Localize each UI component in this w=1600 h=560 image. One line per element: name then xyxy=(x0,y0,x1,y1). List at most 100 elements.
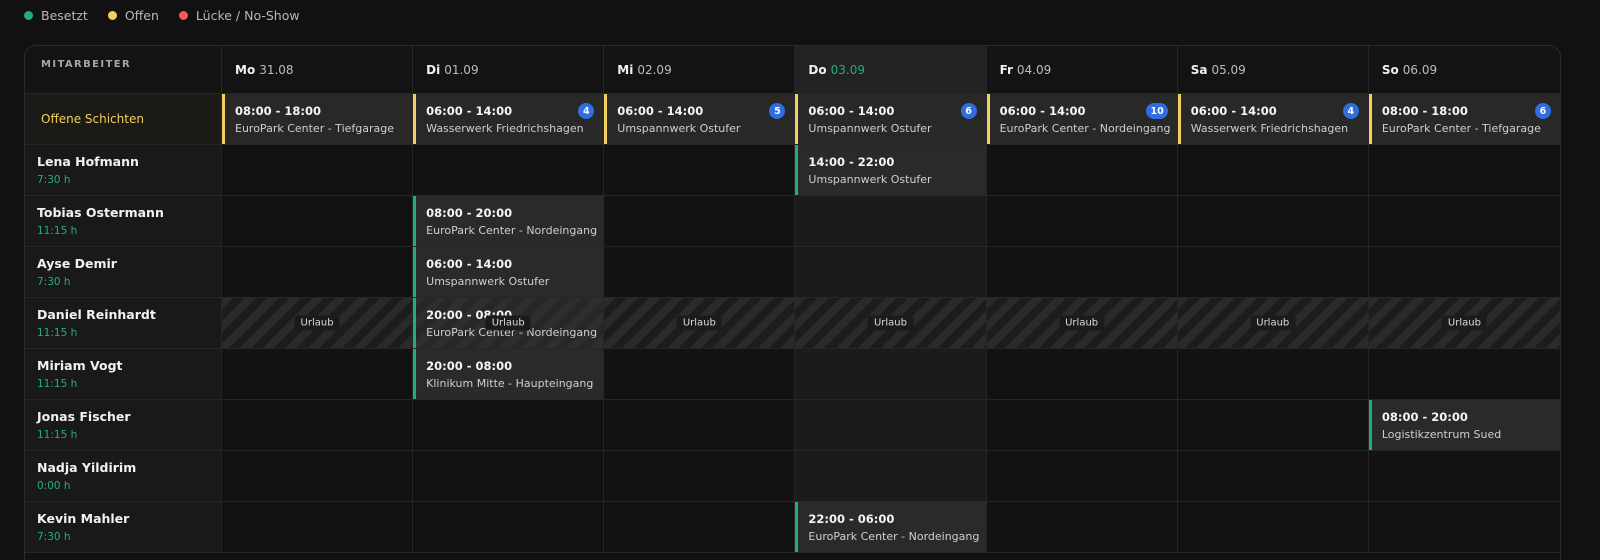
schedule-cell[interactable] xyxy=(222,196,414,247)
shift-time: 06:00 - 14:00 xyxy=(426,257,513,271)
schedule-cell[interactable]: Urlaub xyxy=(1368,298,1560,349)
schedule-cell[interactable] xyxy=(1368,502,1560,553)
schedule-cell[interactable]: Urlaub xyxy=(222,298,414,349)
day-header[interactable]: So 06.09 xyxy=(1368,46,1560,94)
employee-row-label[interactable]: Jonas Fischer 11:15 h xyxy=(25,400,222,451)
schedule-cell[interactable] xyxy=(413,400,605,451)
schedule-cell[interactable] xyxy=(1368,247,1560,298)
schedule-cell[interactable] xyxy=(1368,145,1560,196)
schedule-cell[interactable] xyxy=(604,400,796,451)
employee-hours: 7:30 h xyxy=(37,531,71,543)
schedule-cell[interactable] xyxy=(604,196,796,247)
schedule-cell[interactable] xyxy=(222,451,414,502)
day-header[interactable]: Do 03.09 xyxy=(795,46,987,94)
schedule-cell[interactable] xyxy=(1177,349,1369,400)
schedule-cell[interactable] xyxy=(222,502,414,553)
schedule-cell[interactable] xyxy=(604,349,796,400)
schedule-cell[interactable] xyxy=(1177,145,1369,196)
schedule-cell[interactable]: 06:00 - 14:00 Umspannwerk Ostufer xyxy=(413,247,605,298)
employee-row-label[interactable]: Kevin Mahler 7:30 h xyxy=(25,502,222,553)
schedule-cell[interactable] xyxy=(795,247,987,298)
schedule-cell[interactable] xyxy=(986,247,1178,298)
schedule-cell[interactable] xyxy=(1177,196,1369,247)
schedule-cell[interactable] xyxy=(795,451,987,502)
schedule-cell[interactable] xyxy=(222,400,414,451)
day-header[interactable]: Sa 05.09 xyxy=(1177,46,1369,94)
schedule-cell[interactable] xyxy=(222,349,414,400)
schedule-cell[interactable]: Urlaub xyxy=(986,298,1178,349)
schedule-cell[interactable]: 22:00 - 06:00 EuroPark Center - Nordeinga… xyxy=(795,502,987,553)
shift-schedule-grid: MITARBEITER Mo 31.08 Di 01.09 Mi 02.09 Do 03.09 F… xyxy=(24,45,1561,560)
schedule-cell[interactable] xyxy=(795,196,987,247)
schedule-cell[interactable] xyxy=(604,451,796,502)
open-shift-card[interactable]: 06:00 - 14:00 EuroPark Center - Nordeinga… xyxy=(986,94,1177,144)
schedule-cell[interactable] xyxy=(1177,502,1369,553)
employee-row-label[interactable]: Miriam Vogt 11:15 h xyxy=(25,349,222,400)
employee-row-label[interactable]: Ayse Demir 7:30 h xyxy=(25,247,222,298)
open-shift-card[interactable]: 08:00 - 18:00 EuroPark Center - Tiefgarag… xyxy=(222,94,413,144)
assigned-shift-card[interactable]: 06:00 - 14:00 Umspannwerk Ostufer xyxy=(413,247,604,297)
schedule-cell[interactable]: 08:00 - 20:00 EuroPark Center - Nordeinga… xyxy=(413,196,605,247)
schedule-cell[interactable] xyxy=(604,145,796,196)
schedule-cell[interactable] xyxy=(986,400,1178,451)
assigned-shift-card[interactable]: 08:00 - 20:00 Logistikzentrum Sued xyxy=(1368,400,1560,450)
schedule-cell[interactable] xyxy=(1368,196,1560,247)
day-header[interactable]: Mo 31.08 xyxy=(222,46,414,94)
schedule-cell[interactable] xyxy=(1368,349,1560,400)
schedule-cell[interactable]: Urlaub xyxy=(1177,298,1369,349)
schedule-cell[interactable] xyxy=(795,400,987,451)
open-shift-card[interactable]: 06:00 - 14:00 Wasserwerk Friedrichshagen 4 xyxy=(413,94,604,144)
schedule-cell[interactable] xyxy=(986,145,1178,196)
schedule-cell[interactable]: 14:00 - 22:00 Umspannwerk Ostufer xyxy=(795,145,987,196)
schedule-cell[interactable]: Urlaub xyxy=(795,298,987,349)
employee-hours: 7:30 h xyxy=(37,276,71,288)
day-header[interactable]: Di 01.09 xyxy=(413,46,605,94)
schedule-cell[interactable] xyxy=(795,349,987,400)
schedule-cell[interactable] xyxy=(413,502,605,553)
schedule-cell[interactable]: 20:00 - 08:00 Klinikum Mitte - Haupteinga… xyxy=(413,349,605,400)
shift-time: 08:00 - 18:00 xyxy=(235,104,321,118)
shift-time: 06:00 - 14:00 xyxy=(426,104,513,118)
schedule-cell[interactable] xyxy=(1368,451,1560,502)
schedule-cell[interactable]: 08:00 - 20:00 Logistikzentrum Sued xyxy=(1368,400,1560,451)
employee-name: Ayse Demir xyxy=(37,256,117,271)
assigned-shift-card[interactable]: 08:00 - 20:00 EuroPark Center - Nordeinga… xyxy=(413,196,604,246)
assigned-shift-card[interactable]: 22:00 - 06:00 EuroPark Center - Nordeinga… xyxy=(795,502,986,552)
open-shift-cell: 06:00 - 14:00 Umspannwerk Ostufer 5 xyxy=(604,94,796,145)
schedule-cell[interactable] xyxy=(986,196,1178,247)
open-shift-card[interactable]: 06:00 - 14:00 Umspannwerk Ostufer 6 xyxy=(795,94,986,144)
schedule-cell[interactable]: Urlaub xyxy=(604,298,796,349)
schedule-cell[interactable] xyxy=(222,247,414,298)
schedule-cell[interactable] xyxy=(222,145,414,196)
schedule-cell[interactable] xyxy=(604,502,796,553)
schedule-cell[interactable] xyxy=(1177,400,1369,451)
shift-location: EuroPark Center - Nordeingang xyxy=(999,122,1171,135)
shift-time: 14:00 - 22:00 xyxy=(808,155,895,169)
employee-row-label[interactable]: Tobias Ostermann 11:15 h xyxy=(25,196,222,247)
schedule-cell[interactable] xyxy=(1177,451,1369,502)
employee-row-label[interactable]: Daniel Reinhardt 11:15 h xyxy=(25,298,222,349)
day-header[interactable]: Fr 04.09 xyxy=(986,46,1178,94)
schedule-cell[interactable] xyxy=(986,349,1178,400)
assigned-shift-card[interactable]: 14:00 - 22:00 Umspannwerk Ostufer xyxy=(795,145,986,195)
shift-time: 08:00 - 18:00 xyxy=(1381,104,1468,118)
schedule-cell[interactable] xyxy=(413,145,605,196)
employee-row-label[interactable]: Nadja Yildirim 0:00 h xyxy=(25,451,222,502)
assigned-shift-card[interactable]: 20:00 - 08:00 Klinikum Mitte - Haupteinga… xyxy=(413,349,604,399)
schedule-cell[interactable] xyxy=(413,451,605,502)
open-shift-card[interactable]: 06:00 - 14:00 Wasserwerk Friedrichshagen 4 xyxy=(1177,94,1368,144)
shift-location: EuroPark Center - Nordeingang xyxy=(426,224,598,237)
schedule-cell[interactable] xyxy=(604,247,796,298)
employee-row-label[interactable]: Lena Hofmann 7:30 h xyxy=(25,145,222,196)
schedule-cell[interactable] xyxy=(1177,247,1369,298)
open-shift-card[interactable]: 08:00 - 18:00 EuroPark Center - Tiefgarag… xyxy=(1368,94,1560,144)
schedule-cell[interactable] xyxy=(986,451,1178,502)
schedule-cell[interactable]: 20:00 - 08:00 EuroPark Center - Nordeinga… xyxy=(413,298,605,349)
day-header[interactable]: Mi 02.09 xyxy=(604,46,796,94)
employee-name: Jonas Fischer xyxy=(37,409,131,424)
open-shift-card[interactable]: 06:00 - 14:00 Umspannwerk Ostufer 5 xyxy=(604,94,795,144)
legend-dot-icon xyxy=(24,10,33,20)
schedule-cell[interactable] xyxy=(986,502,1178,553)
day-date: 03.09 xyxy=(830,62,865,77)
open-shifts-row-label: Offene Schichten xyxy=(25,94,222,145)
